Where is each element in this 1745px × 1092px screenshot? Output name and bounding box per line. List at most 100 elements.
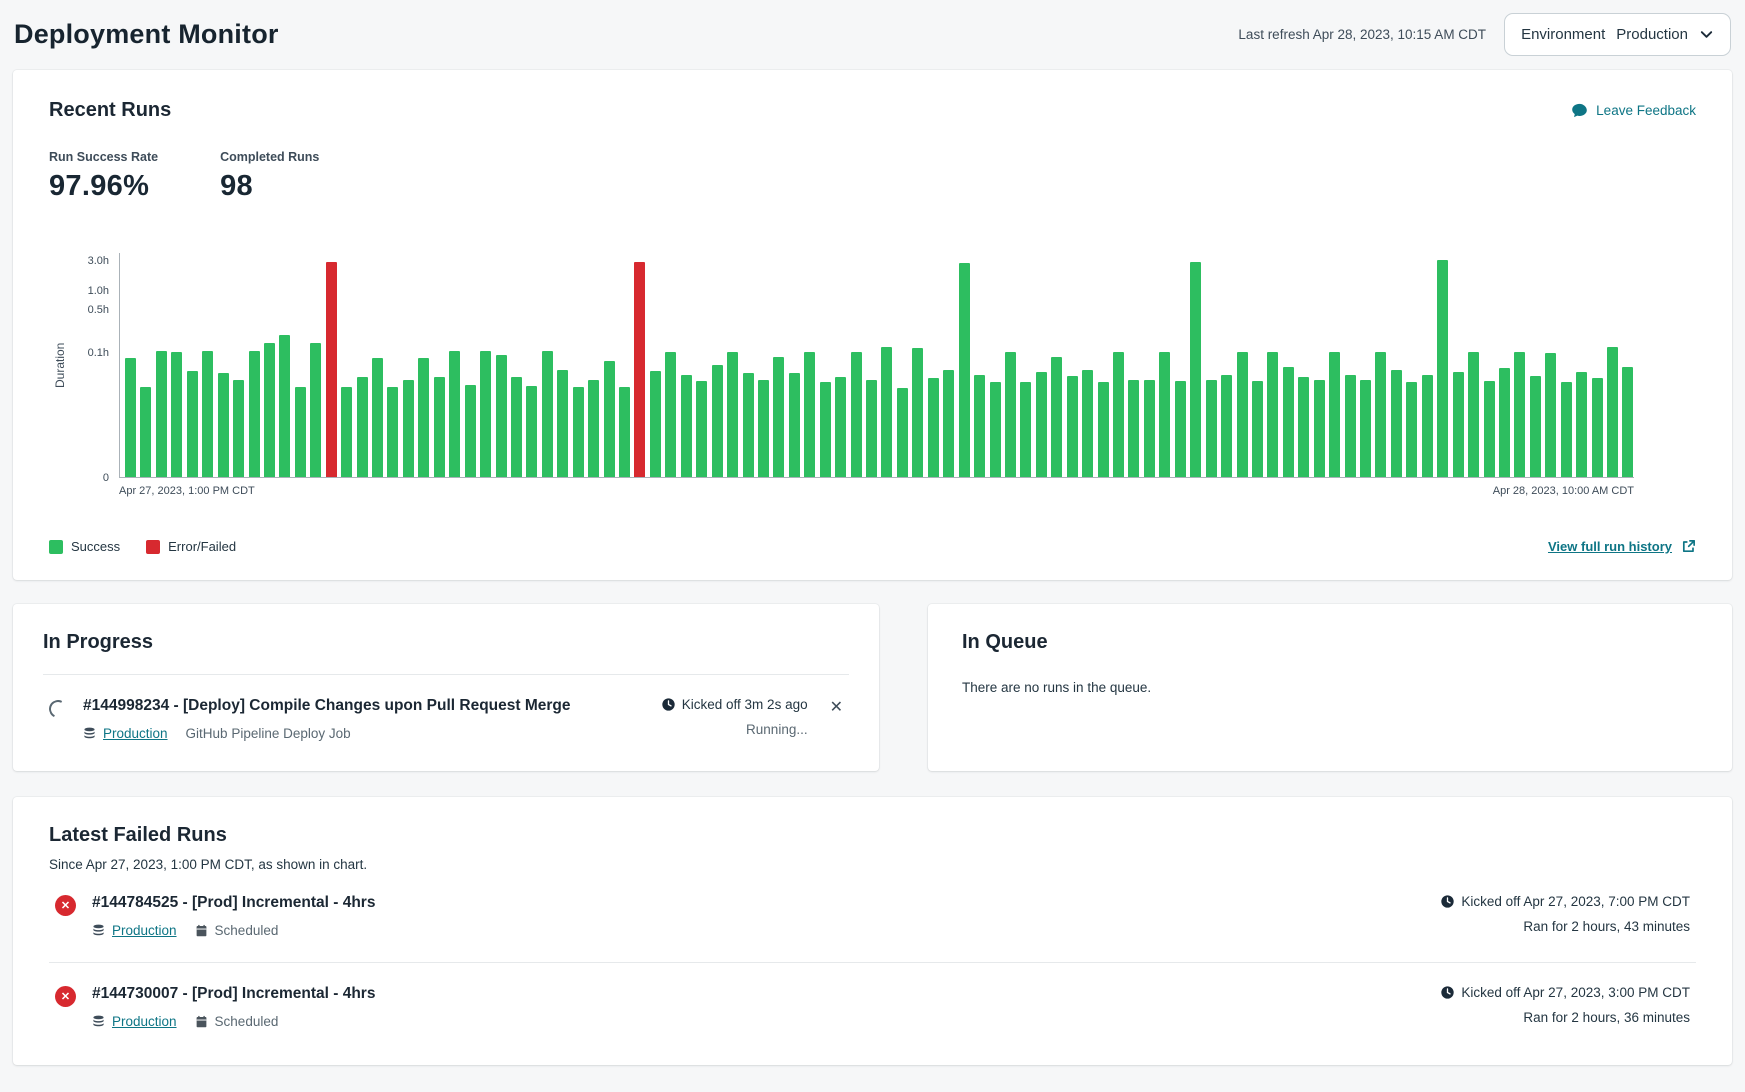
run-bar-success[interactable] (1159, 352, 1170, 477)
run-bar-success[interactable] (434, 377, 445, 477)
run-bar-success[interactable] (341, 387, 352, 477)
run-bar-success[interactable] (1530, 376, 1541, 477)
run-bar-success[interactable] (974, 375, 985, 478)
run-bar-success[interactable] (758, 380, 769, 478)
run-bar-success[interactable] (264, 343, 275, 477)
run-bar-success[interactable] (1484, 381, 1495, 477)
run-bar-success[interactable] (1113, 352, 1124, 477)
run-bar-success[interactable] (1144, 380, 1155, 478)
run-bar-success[interactable] (511, 377, 522, 477)
run-bar-success[interactable] (1190, 262, 1201, 477)
run-bar-success[interactable] (1036, 372, 1047, 477)
run-bar-success[interactable] (789, 373, 800, 477)
run-bar-success[interactable] (928, 378, 939, 477)
run-bar-success[interactable] (1561, 382, 1572, 477)
run-bar-success[interactable] (218, 373, 229, 477)
run-bar-success[interactable] (727, 352, 738, 477)
run-bar-success[interactable] (125, 358, 136, 477)
run-bar-success[interactable] (1514, 352, 1525, 477)
environment-link[interactable]: Production (112, 923, 177, 938)
run-bar-success[interactable] (171, 352, 182, 477)
run-bar-success[interactable] (1391, 370, 1402, 478)
run-bar-success[interactable] (418, 358, 429, 477)
run-bar-success[interactable] (202, 351, 213, 477)
run-bar-success[interactable] (1545, 353, 1556, 477)
run-bar-success[interactable] (1622, 367, 1633, 477)
run-bar-success[interactable] (496, 355, 507, 478)
run-bar-success[interactable] (1252, 381, 1263, 477)
run-bar-success[interactable] (1221, 375, 1232, 478)
run-bar-success[interactable] (866, 380, 877, 478)
run-bar-success[interactable] (310, 343, 321, 477)
run-bar-success[interactable] (804, 352, 815, 477)
run-bar-success[interactable] (1329, 352, 1340, 478)
run-bar-success[interactable] (990, 382, 1001, 477)
leave-feedback-link[interactable]: Leave Feedback (1571, 102, 1696, 119)
run-bar-success[interactable] (619, 387, 630, 477)
run-bar-success[interactable] (249, 351, 260, 477)
run-bar-success[interactable] (1592, 378, 1603, 477)
run-bar-success[interactable] (881, 347, 892, 477)
run-bar-success[interactable] (233, 380, 244, 478)
run-bar-success[interactable] (1005, 352, 1016, 477)
run-bar-success[interactable] (1406, 382, 1417, 477)
run-bar-success[interactable] (1267, 352, 1278, 477)
close-icon[interactable]: ✕ (830, 700, 843, 716)
run-bar-success[interactable] (588, 380, 599, 478)
run-bar-success[interactable] (1499, 368, 1510, 477)
run-bar-success[interactable] (480, 351, 491, 477)
run-bar-success[interactable] (696, 381, 707, 477)
run-bar-success[interactable] (372, 358, 383, 477)
run-bar-success[interactable] (465, 385, 476, 478)
run-bar-success[interactable] (187, 371, 198, 477)
run-bar-success[interactable] (1314, 380, 1325, 478)
run-bar-success[interactable] (1098, 382, 1109, 477)
run-bar-success[interactable] (1422, 375, 1433, 478)
run-bar-success[interactable] (1607, 347, 1618, 477)
run-bar-success[interactable] (773, 357, 784, 477)
run-bar-success[interactable] (897, 388, 908, 477)
run-bar-success[interactable] (712, 365, 723, 478)
run-bar-success[interactable] (1020, 382, 1031, 477)
run-bar-success[interactable] (1298, 377, 1309, 477)
run-bar-failed[interactable] (326, 262, 337, 477)
run-bar-success[interactable] (912, 348, 923, 477)
run-bar-success[interactable] (542, 351, 553, 477)
run-bar-success[interactable] (449, 351, 460, 477)
run-bar-success[interactable] (1576, 372, 1587, 477)
run-bar-success[interactable] (1283, 367, 1294, 477)
run-bar-success[interactable] (959, 263, 970, 477)
run-bar-failed[interactable] (634, 262, 645, 477)
run-bar-success[interactable] (1468, 352, 1479, 477)
run-bar-success[interactable] (140, 387, 151, 477)
run-bar-success[interactable] (403, 380, 414, 478)
run-bar-success[interactable] (1051, 357, 1062, 477)
run-bar-success[interactable] (526, 386, 537, 477)
run-bar-success[interactable] (557, 370, 568, 478)
run-bar-success[interactable] (1360, 380, 1371, 478)
run-bar-success[interactable] (835, 377, 846, 477)
run-bar-success[interactable] (665, 352, 676, 477)
run-bar-success[interactable] (156, 351, 167, 477)
run-bar-success[interactable] (573, 387, 584, 477)
run-bar-success[interactable] (387, 387, 398, 477)
run-bar-success[interactable] (650, 371, 661, 477)
run-bar-success[interactable] (1067, 376, 1078, 477)
run-bar-success[interactable] (357, 377, 368, 477)
run-bar-success[interactable] (295, 387, 306, 477)
run-bar-success[interactable] (1175, 381, 1186, 477)
run-bar-success[interactable] (743, 373, 754, 477)
view-full-run-history-link[interactable]: View full run history (1548, 539, 1696, 554)
run-bar-success[interactable] (851, 352, 862, 477)
run-bar-success[interactable] (279, 335, 290, 477)
environment-link[interactable]: Production (112, 1014, 177, 1029)
run-bar-success[interactable] (820, 382, 831, 477)
run-bar-success[interactable] (604, 361, 615, 477)
environment-link[interactable]: Production (103, 726, 168, 741)
run-bar-success[interactable] (1375, 352, 1386, 477)
run-bar-success[interactable] (1453, 372, 1464, 477)
run-bar-success[interactable] (1206, 380, 1217, 478)
run-bar-success[interactable] (1345, 375, 1356, 478)
run-bar-success[interactable] (1237, 352, 1248, 478)
run-bar-success[interactable] (1128, 380, 1139, 478)
